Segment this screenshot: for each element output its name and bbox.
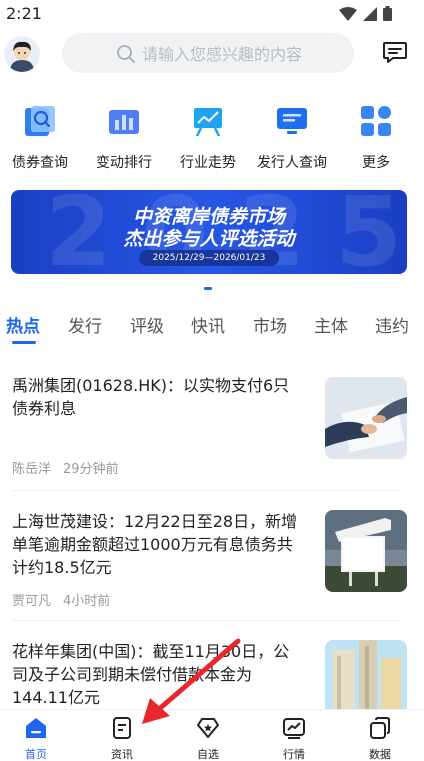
news-meta: 陈岳洋 29分钟前 (12, 458, 119, 477)
news-author: 陈岳洋 (12, 462, 52, 477)
active-tab-indicator (12, 341, 36, 344)
bottom-nav-home[interactable]: 首页 (6, 716, 66, 761)
tab-flash[interactable]: 快讯 (191, 312, 225, 337)
bottom-nav-label: 自选 (197, 748, 219, 761)
quick-nav-label: 债券查询 (12, 155, 68, 171)
tab-rating[interactable]: 评级 (130, 312, 164, 337)
promo-banner[interactable]: 2025 中资离岸债券市场 杰出参与人评选活动 2025/12/29—2026/… (11, 190, 407, 274)
banner-page-indicator (204, 287, 212, 290)
search-input[interactable]: 请输入您感兴趣的内容 (62, 33, 354, 73)
battery-icon (383, 6, 392, 21)
tab-default[interactable]: 违约 (375, 312, 409, 337)
news-meta: 贾可凡 4小时前 (12, 590, 110, 609)
bond-search-icon (25, 106, 55, 136)
tab-entity[interactable]: 主体 (314, 312, 348, 337)
tab-market[interactable]: 市场 (253, 312, 287, 337)
bottom-nav-label: 行情 (283, 748, 305, 761)
news-title: 花样年集团(中国)：截至11月30日，公司及子公司到期未偿付借款本金为144.1… (12, 642, 290, 707)
message-icon[interactable] (382, 41, 408, 65)
quick-nav-issuer-search[interactable]: 发行人查询 (252, 104, 332, 172)
news-thumbnail (325, 510, 407, 592)
news-title: 禹洲集团(01628.HK)：以实物支付6只债券利息 (12, 376, 290, 418)
market-chart-icon (283, 718, 305, 739)
quick-nav: 债券查询 变动排行 行业走势 发行人查询 更多 (0, 104, 424, 178)
quick-nav-label: 变动排行 (96, 155, 152, 171)
status-time: 2:21 (6, 4, 42, 23)
signal-icon (363, 6, 377, 21)
quick-nav-more[interactable]: 更多 (336, 104, 416, 172)
data-copy-icon (370, 717, 390, 739)
trend-board-icon (194, 108, 222, 137)
divider (12, 620, 402, 621)
news-author: 贾可凡 (12, 594, 52, 609)
wifi-icon (339, 6, 357, 21)
quick-nav-ranking[interactable]: 变动排行 (84, 104, 164, 172)
quick-nav-label: 发行人查询 (257, 155, 327, 171)
news-icon (113, 717, 131, 739)
news-time: 29分钟前 (63, 462, 119, 477)
bottom-nav-label: 首页 (25, 748, 47, 761)
tab-hot[interactable]: 热点 (6, 312, 40, 337)
home-icon (26, 718, 46, 738)
news-title: 上海世茂建设：12月22日至28日，新增单笔逾期金额超过1000万元有息债务共计… (12, 512, 298, 577)
news-time: 4小时前 (63, 594, 111, 609)
quick-nav-industry-trend[interactable]: 行业走势 (168, 104, 248, 172)
news-tabs: 热点 发行 评级 快讯 市场 主体 违约 (0, 308, 424, 344)
header: 请输入您感兴趣的内容 (0, 32, 424, 76)
quick-nav-bond-search[interactable]: 债券查询 (0, 104, 80, 172)
bottom-nav: 首页 资讯 自选 行情 数据 (0, 709, 424, 761)
divider (12, 490, 402, 491)
status-icons (339, 6, 392, 21)
quick-nav-label: 行业走势 (180, 155, 236, 171)
bottom-nav-news[interactable]: 资讯 (92, 716, 152, 761)
quick-nav-label: 更多 (362, 155, 390, 171)
ranking-chart-icon (109, 110, 139, 134)
more-grid-icon (361, 106, 391, 136)
bottom-nav-data[interactable]: 数据 (350, 716, 410, 761)
bottom-nav-label: 数据 (369, 748, 391, 761)
banner-title-line2: 杰出参与人评选活动 (123, 228, 295, 250)
avatar[interactable] (4, 36, 40, 72)
bottom-nav-favorites[interactable]: 自选 (178, 716, 238, 761)
bottom-nav-label: 资讯 (111, 748, 133, 761)
search-placeholder: 请输入您感兴趣的内容 (142, 45, 303, 64)
status-bar: 2:21 (0, 0, 424, 30)
search-icon (117, 45, 135, 63)
banner-date-range: 2025/12/29—2026/01/23 (139, 250, 279, 266)
bottom-nav-market[interactable]: 行情 (264, 716, 324, 761)
news-thumbnail (325, 377, 407, 459)
tab-issuance[interactable]: 发行 (68, 312, 102, 337)
favorite-icon (197, 718, 219, 738)
issuer-monitor-icon (277, 108, 307, 134)
